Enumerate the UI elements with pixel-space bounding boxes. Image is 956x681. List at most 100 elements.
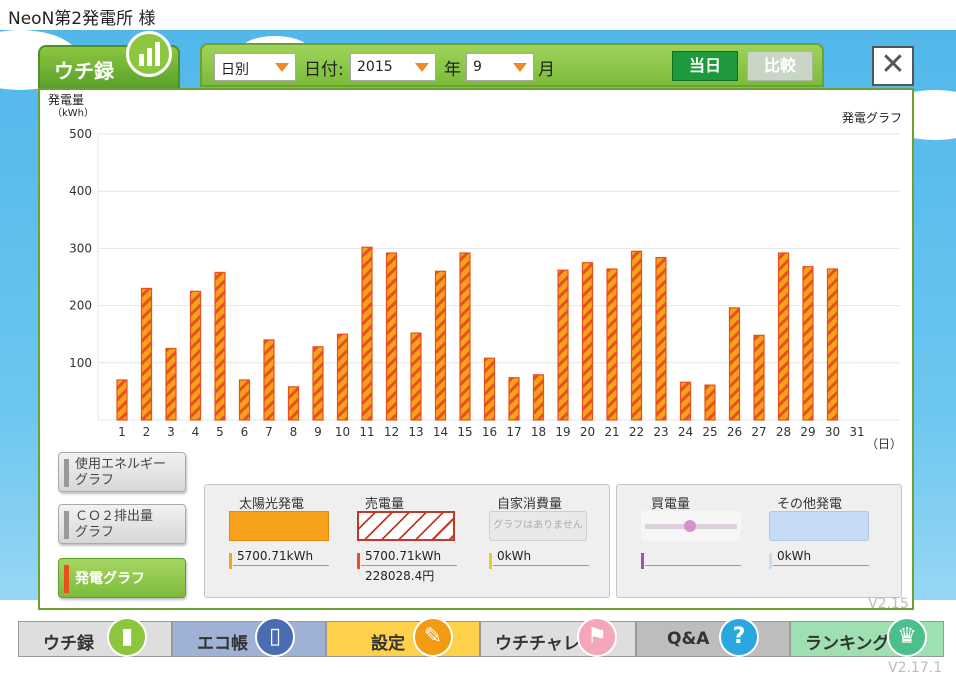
nav-uchiroku-label: ウチ録 <box>43 634 94 654</box>
x-tick-label: 2 <box>143 425 151 439</box>
x-tick-label: 3 <box>167 425 175 439</box>
bar-day-11 <box>361 246 373 421</box>
y-tick-label: 200 <box>69 299 92 313</box>
legend-solar-marker <box>229 553 232 569</box>
nav-ranking[interactable]: ランキング ♛ <box>790 617 944 657</box>
nav-ecocho[interactable]: エコ帳 ▯ <box>172 617 326 657</box>
nav-uchiroku[interactable]: ウチ録 ▮ <box>18 617 172 657</box>
y-axis-label: 発電量 <box>48 93 84 107</box>
bar-day-6 <box>238 379 251 421</box>
x-tick-label: 17 <box>506 425 521 439</box>
legend-self-title: 自家消費量 <box>497 497 563 512</box>
y-tick-label: 100 <box>69 356 92 370</box>
legend-generation-group: 太陽光発電 5700.71kWh 売電量 5700.71kWh 228028.4… <box>204 484 610 598</box>
x-tick-label: 22 <box>629 425 644 439</box>
generation-graph-label: 発電グラフ <box>75 571 145 587</box>
x-tick-label: 16 <box>482 425 497 439</box>
x-tick-label: 18 <box>531 425 546 439</box>
energy-usage-graph-button[interactable]: 使用エネルギー グラフ <box>58 452 186 492</box>
legend-solar-swatch <box>229 511 329 541</box>
x-tick-label: 20 <box>580 425 595 439</box>
close-button[interactable]: ✕ <box>872 46 914 86</box>
crown-icon: ♛ <box>887 617 927 657</box>
today-button[interactable]: 当日 <box>672 51 738 81</box>
x-tick-label: 8 <box>290 425 298 439</box>
compare-button[interactable]: 比較 <box>747 51 813 81</box>
nav-qa-label: Q&A <box>667 629 710 649</box>
bar-chart-icon: ▮ <box>107 617 147 657</box>
bar-day-30 <box>826 268 839 421</box>
bar-day-9 <box>312 346 324 421</box>
legend-sold-title: 売電量 <box>365 497 405 512</box>
x-tick-label: 19 <box>555 425 570 439</box>
bar-day-25 <box>704 384 716 421</box>
co2-graph-label-1: ＣＯ２排出量 <box>75 509 154 524</box>
x-tick-label: 21 <box>604 425 619 439</box>
chart-title: 発電グラフ <box>842 111 902 125</box>
month-label: 月 <box>538 60 555 80</box>
legend-bought-underline <box>645 565 741 566</box>
notebook-icon: ▯ <box>255 617 295 657</box>
bar-day-12 <box>385 252 398 421</box>
indicator-bar <box>64 459 69 487</box>
bar-day-8 <box>287 386 300 421</box>
x-tick-label: 24 <box>678 425 693 439</box>
bar-day-13 <box>410 332 422 421</box>
nav-settings[interactable]: 設定 ✎ <box>326 617 480 657</box>
dropdown-arrow-icon <box>415 63 429 72</box>
question-icon: ? <box>719 617 759 657</box>
legend-bought-marker <box>641 553 644 569</box>
period-select-value: 日別 <box>221 62 249 78</box>
bar-chart-icon <box>126 31 172 77</box>
y-tick-label: 300 <box>69 241 92 255</box>
year-label: 年 <box>444 60 461 80</box>
year-select[interactable]: 2015 <box>350 53 436 81</box>
x-tick-label: 14 <box>433 425 448 439</box>
generation-graph-button[interactable]: 発電グラフ <box>58 558 186 598</box>
legend-bought-slider <box>641 511 741 541</box>
main-panel: 発電量 （kWh） 発電グラフ 100 200 300 400 500 1 2 3 4 5 6 7 8 9 10 1… <box>38 88 914 610</box>
legend-other-underline <box>773 565 869 566</box>
x-tick-label: 6 <box>241 425 249 439</box>
indicator-bar <box>64 565 69 593</box>
window-title: NeoN第2発電所 様 <box>0 0 956 30</box>
x-tick-label: 11 <box>359 425 374 439</box>
x-tick-label: 31 <box>849 425 864 439</box>
bar-day-21 <box>606 268 618 421</box>
co2-graph-label-2: グラフ <box>75 525 115 540</box>
bar-day-14 <box>434 270 447 421</box>
energy-usage-graph-label-2: グラフ <box>75 473 115 488</box>
nav-qa[interactable]: Q&A ? <box>636 617 790 657</box>
bar-day-20 <box>581 262 594 421</box>
nav-ranking-label: ランキング <box>805 634 890 654</box>
x-tick-label: 26 <box>727 425 742 439</box>
indicator-bar <box>64 511 69 539</box>
bar-day-26 <box>728 307 741 421</box>
y-tick-label: 500 <box>69 127 92 141</box>
bar-day-22 <box>630 250 643 421</box>
bar-day-17 <box>508 377 520 421</box>
legend-bought-title: 買電量 <box>651 497 691 512</box>
bar-day-27 <box>753 334 765 421</box>
y-axis-unit: （kWh） <box>52 107 94 119</box>
legend-other-marker <box>769 553 772 569</box>
period-select[interactable]: 日別 <box>214 53 296 81</box>
inner-version: V2.15 <box>868 596 909 612</box>
tab-uchiroku[interactable]: ウチ録 <box>38 31 180 90</box>
legend-other-swatch <box>769 511 869 541</box>
bar-day-23 <box>655 256 667 421</box>
legend-sold-value: 5700.71kWh <box>365 549 442 563</box>
month-select[interactable]: 9 <box>466 53 534 81</box>
x-tick-label: 12 <box>384 425 399 439</box>
nav-settings-label: 設定 <box>371 634 405 654</box>
nav-uchichalle[interactable]: ウチチャレ ⚑ <box>480 617 636 657</box>
legend-purchase-group: 買電量 その他発電 0kWh <box>616 484 902 598</box>
bar-day-24 <box>679 381 692 421</box>
legend-self-swatch: グラフはありません <box>489 511 587 541</box>
x-tick-label: 23 <box>653 425 668 439</box>
legend-solar-underline <box>233 565 329 566</box>
x-axis-unit: （日） <box>866 437 902 451</box>
bar-day-18 <box>532 374 545 421</box>
co2-graph-button[interactable]: ＣＯ２排出量 グラフ <box>58 504 186 544</box>
bar-day-28 <box>777 252 790 421</box>
